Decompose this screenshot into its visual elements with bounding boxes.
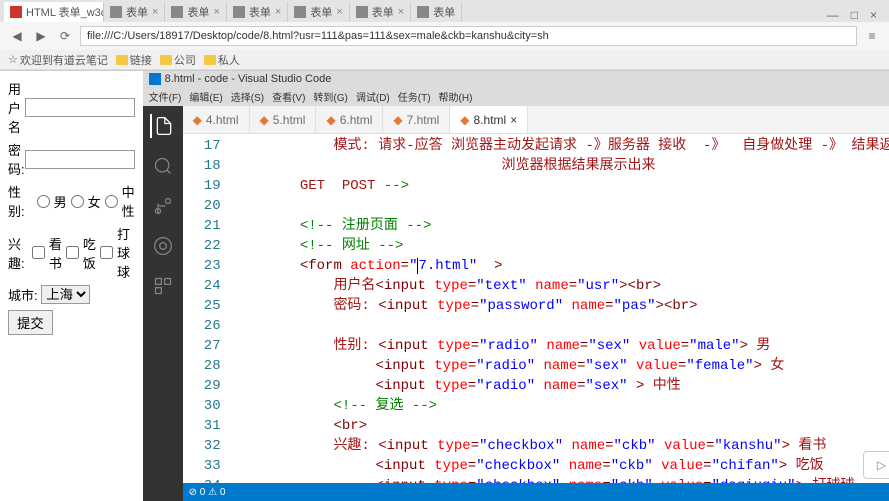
editor-tab[interactable]: ◆5.html xyxy=(250,106,317,133)
gender-female-radio[interactable] xyxy=(71,195,84,208)
window-maximize-icon[interactable]: □ xyxy=(851,8,858,22)
menu-file[interactable]: 文件(F) xyxy=(149,89,182,104)
rendered-form: 用户名 密码: 性别: 男 女 中性 兴趣: 看书 吃饭 打球球 城市: 上海 … xyxy=(0,71,143,501)
vscode-title-bar: 8.html - code - Visual Studio Code xyxy=(143,71,889,87)
browser-tab[interactable]: 表单× xyxy=(350,2,411,22)
bookmark-folder[interactable]: 链接 xyxy=(116,52,152,68)
bookmark-favorite[interactable]: ☆ 欢迎到有道云笔记 xyxy=(8,52,108,68)
editor-tab[interactable]: ◆7.html xyxy=(383,106,450,133)
interest-read-checkbox[interactable] xyxy=(32,246,45,259)
search-icon[interactable] xyxy=(151,154,175,178)
gender-neutral-radio[interactable] xyxy=(105,195,118,208)
vscode-menu-bar: 文件(F) 编辑(E) 选择(S) 查看(V) 转到(G) 调试(D) 任务(T… xyxy=(143,87,889,106)
menu-help[interactable]: 帮助(H) xyxy=(439,89,473,104)
password-label: 密码: xyxy=(8,140,25,178)
username-input[interactable] xyxy=(25,98,135,117)
browser-tab-bar: HTML 表单_w3cschool× 表单× 表单× 表单× 表单× 表单× 表… xyxy=(0,0,889,22)
reload-button[interactable]: ⟳ xyxy=(56,27,74,45)
tab-close-icon[interactable]: × xyxy=(336,6,342,18)
browser-tab[interactable]: HTML 表单_w3cschool× xyxy=(4,2,104,22)
username-label: 用户名 xyxy=(8,79,25,136)
browser-tab[interactable]: 表单 xyxy=(411,2,462,22)
gender-label: 性别: xyxy=(8,182,33,220)
tab-close-icon[interactable]: × xyxy=(510,113,517,127)
interest-label: 兴趣: xyxy=(8,234,28,272)
tab-close-icon[interactable]: × xyxy=(213,6,219,18)
code-editor[interactable]: 1718192021222324252627282930313233343536… xyxy=(183,134,889,483)
window-close-icon[interactable]: × xyxy=(870,8,877,22)
explorer-icon[interactable] xyxy=(150,114,174,138)
tab-close-icon[interactable]: × xyxy=(398,6,404,18)
browser-tab[interactable]: 表单× xyxy=(288,2,349,22)
menu-goto[interactable]: 转到(G) xyxy=(313,89,347,104)
line-numbers: 1718192021222324252627282930313233343536… xyxy=(183,134,233,483)
menu-tasks[interactable]: 任务(T) xyxy=(398,89,431,104)
password-input[interactable] xyxy=(25,150,135,169)
submit-button[interactable]: 提交 xyxy=(8,310,53,335)
forward-button[interactable]: ▶ xyxy=(32,27,50,45)
activity-bar xyxy=(143,106,183,501)
browser-tab[interactable]: 表单× xyxy=(165,2,226,22)
menu-icon[interactable]: ≡ xyxy=(863,27,881,45)
city-label: 城市: xyxy=(8,285,38,304)
debug-icon[interactable] xyxy=(151,234,175,258)
bookmark-folder[interactable]: 公司 xyxy=(160,52,196,68)
interest-eat-checkbox[interactable] xyxy=(66,246,79,259)
menu-view[interactable]: 查看(V) xyxy=(272,89,305,104)
back-button[interactable]: ◀ xyxy=(8,27,26,45)
editor-tab[interactable]: ◆4.html xyxy=(183,106,250,133)
status-bar: ⊘ 0 ⚠ 0 xyxy=(183,483,889,501)
interest-ball-checkbox[interactable] xyxy=(100,246,113,259)
menu-debug[interactable]: 调试(D) xyxy=(356,89,390,104)
editor-tabs: ◆4.html ◆5.html ◆6.html ◆7.html ◆8.html … xyxy=(183,106,889,134)
source-control-icon[interactable] xyxy=(151,194,175,218)
gender-male-radio[interactable] xyxy=(37,195,50,208)
browser-tab[interactable]: 表单× xyxy=(104,2,165,22)
editor-tab-active[interactable]: ◆8.html × xyxy=(450,106,528,133)
tab-close-icon[interactable]: × xyxy=(275,6,281,18)
url-input[interactable] xyxy=(80,26,857,46)
editor-tab[interactable]: ◆6.html xyxy=(316,106,383,133)
window-minimize-icon[interactable]: — xyxy=(827,8,839,22)
bookmark-folder[interactable]: 私人 xyxy=(204,52,240,68)
extensions-icon[interactable] xyxy=(151,274,175,298)
city-select[interactable]: 上海 xyxy=(41,285,90,304)
menu-edit[interactable]: 编辑(E) xyxy=(189,89,222,104)
tab-close-icon[interactable]: × xyxy=(152,6,158,18)
menu-select[interactable]: 选择(S) xyxy=(231,89,264,104)
pip-overlay-icon[interactable]: ▷ xyxy=(863,451,889,479)
browser-tab[interactable]: 表单× xyxy=(227,2,288,22)
vscode-icon xyxy=(149,73,161,85)
